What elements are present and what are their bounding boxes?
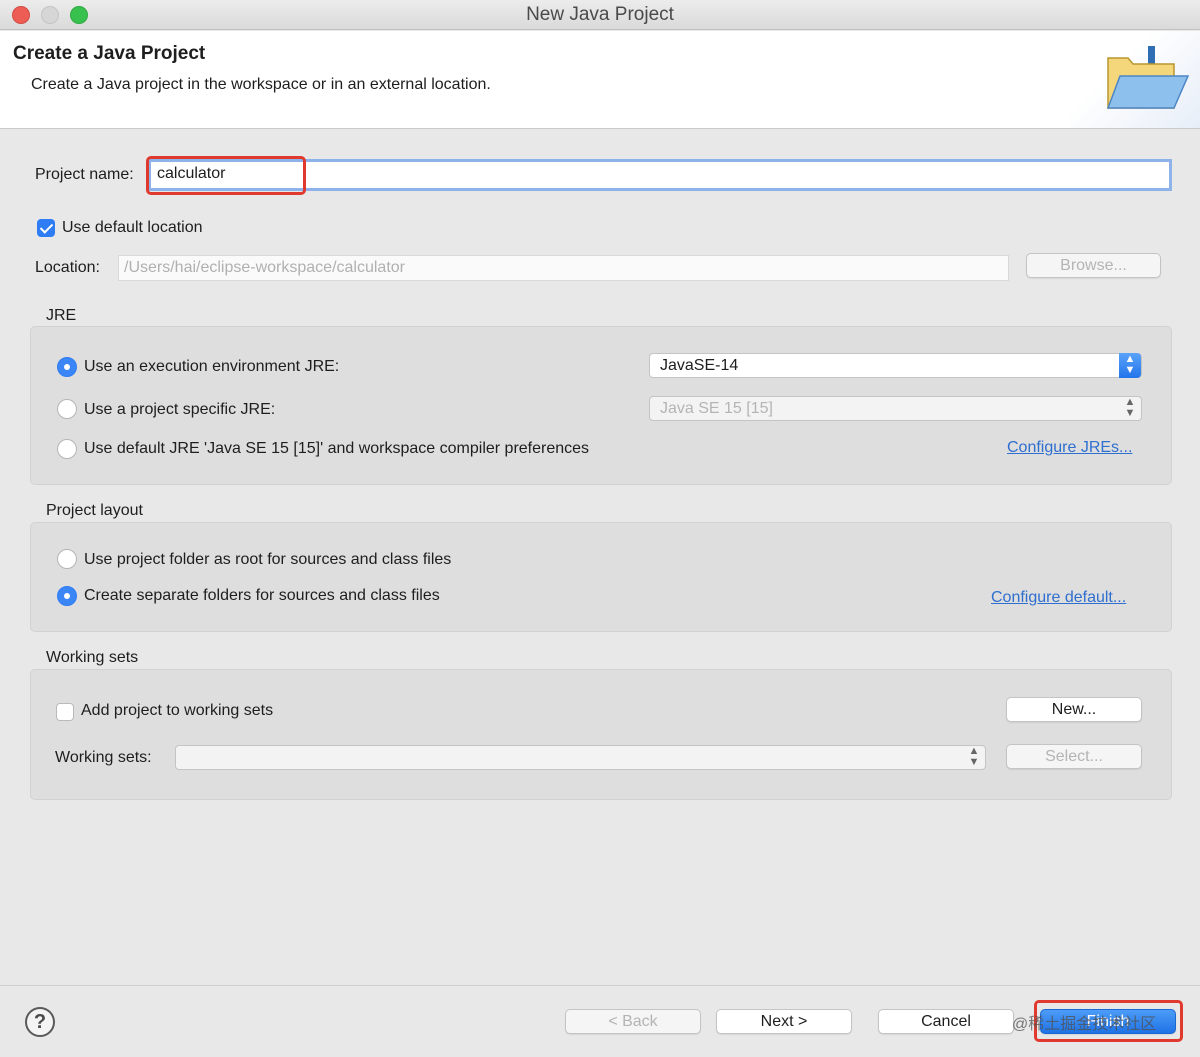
layout-project-root-label: Use project folder as root for sources a…	[84, 551, 452, 568]
back-button[interactable]: < Back	[565, 1009, 701, 1034]
jre-project-specific-label: Use a project specific JRE:	[84, 401, 276, 418]
configure-jres-link[interactable]: Configure JREs...	[1007, 439, 1132, 457]
jre-execution-environment-label: Use an execution environment JRE:	[84, 358, 340, 375]
jre-project-specific-radio[interactable]	[57, 399, 77, 419]
select-working-sets-button[interactable]: Select...	[1006, 744, 1142, 769]
cancel-button[interactable]: Cancel	[878, 1009, 1014, 1034]
watermark: @稀土掘金技术社区	[1012, 1016, 1157, 1033]
next-button[interactable]: Next >	[716, 1009, 852, 1034]
add-to-working-sets-label: Add project to working sets	[81, 702, 274, 719]
select-stepper-icon: ▲ ▼	[968, 745, 980, 768]
working-sets-label: Working sets:	[55, 749, 152, 766]
add-to-working-sets-checkbox[interactable]	[56, 703, 74, 721]
help-icon[interactable]: ?	[25, 1007, 55, 1037]
project-specific-jre-value: Java SE 15 [15]	[660, 400, 773, 417]
execution-environment-select[interactable]: JavaSE-14 ▲ ▼	[649, 353, 1142, 378]
jre-default-label: Use default JRE 'Java SE 15 [15]' and wo…	[84, 440, 590, 457]
location-input[interactable]: /Users/hai/eclipse-workspace/calculator	[118, 255, 1009, 281]
title-bar: New Java Project	[0, 0, 1200, 30]
jre-group-title: JRE	[46, 307, 77, 324]
working-sets-select[interactable]: ▲ ▼	[175, 745, 986, 770]
use-default-location-checkbox[interactable]	[37, 219, 55, 237]
new-java-project-folder-icon	[1106, 46, 1190, 109]
jre-default-radio[interactable]	[57, 439, 77, 459]
project-layout-group	[30, 522, 1172, 632]
browse-button[interactable]: Browse...	[1026, 253, 1161, 278]
execution-environment-value: JavaSE-14	[660, 357, 739, 374]
select-stepper-icon: ▲ ▼	[1124, 396, 1136, 419]
location-label: Location:	[35, 259, 100, 276]
configure-default-link[interactable]: Configure default...	[991, 589, 1126, 607]
layout-separate-folders-label: Create separate folders for sources and …	[84, 587, 440, 604]
project-name-label: Project name:	[35, 166, 134, 183]
footer-divider	[0, 985, 1200, 986]
window-title: New Java Project	[526, 4, 674, 25]
page-description: Create a Java project in the workspace o…	[31, 76, 491, 93]
layout-separate-folders-radio[interactable]	[57, 586, 77, 606]
project-specific-jre-select[interactable]: Java SE 15 [15] ▲ ▼	[649, 396, 1142, 421]
page-title: Create a Java Project	[13, 43, 206, 64]
layout-project-root-radio[interactable]	[57, 549, 77, 569]
new-working-set-button[interactable]: New...	[1006, 697, 1142, 722]
working-sets-group	[30, 669, 1172, 800]
use-default-location-label: Use default location	[62, 219, 203, 236]
working-sets-group-title: Working sets	[46, 649, 139, 666]
jre-execution-environment-radio[interactable]	[57, 357, 77, 377]
project-name-highlight	[146, 156, 306, 195]
project-layout-group-title: Project layout	[46, 502, 143, 519]
wizard-header: Create a Java Project Create a Java proj…	[0, 31, 1200, 129]
select-stepper-icon: ▲ ▼	[1119, 353, 1141, 378]
